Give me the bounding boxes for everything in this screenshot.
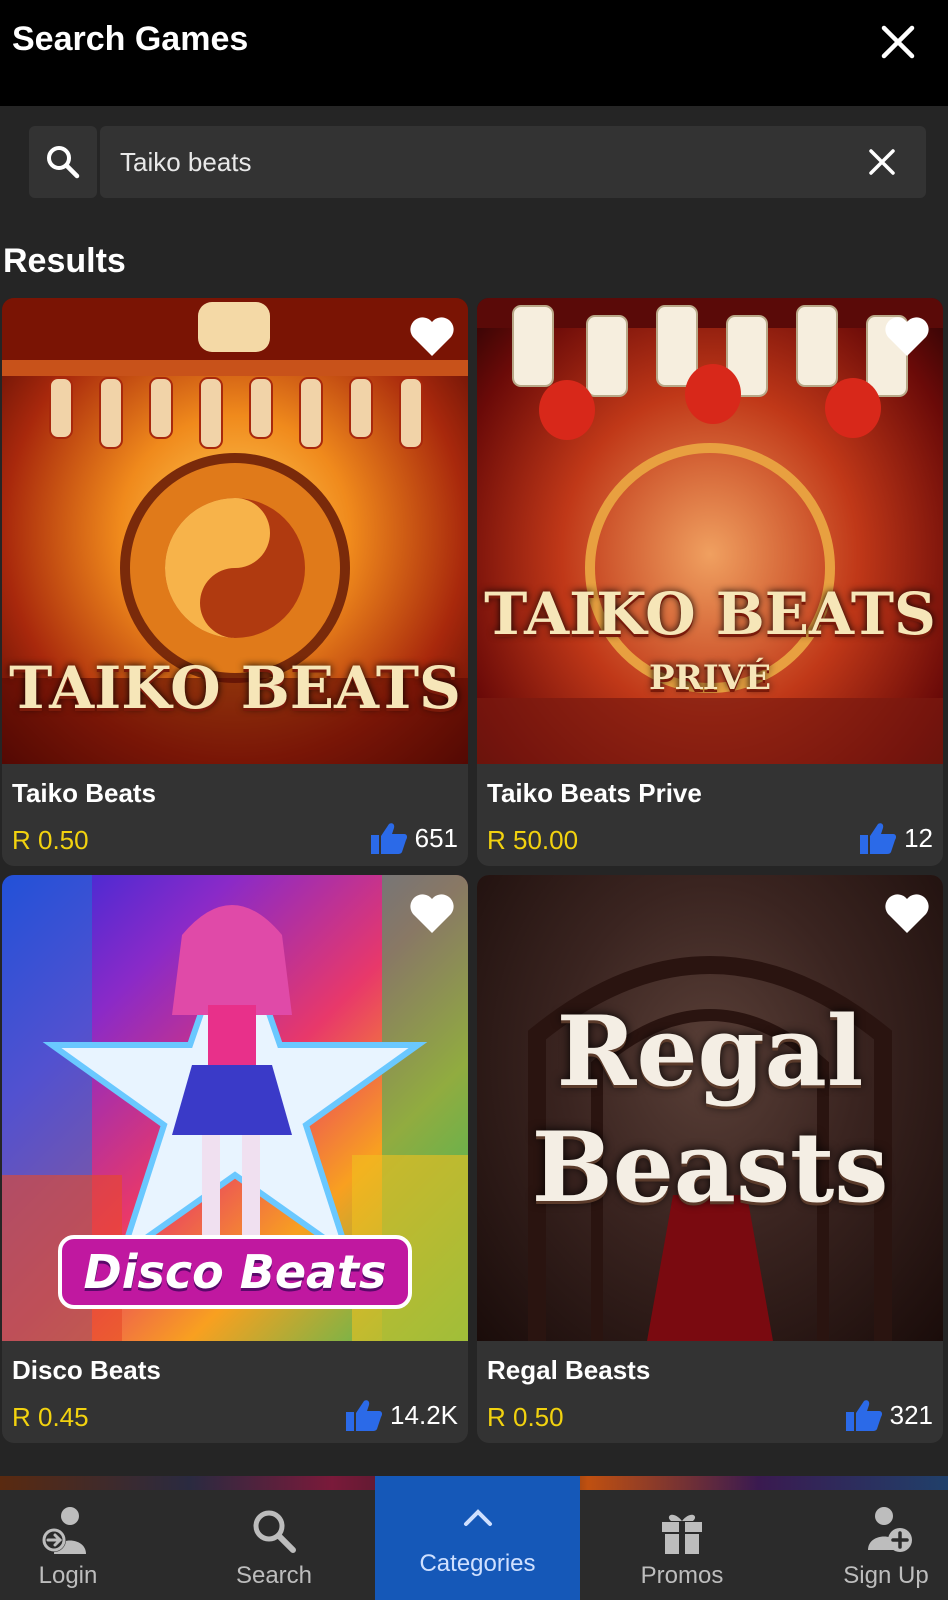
thumbs-up-icon[interactable] [860, 822, 897, 854]
game-price: R 50.00 [487, 825, 579, 855]
clear-search-button[interactable] [858, 138, 906, 186]
game-art-title: Regal [556, 995, 864, 1108]
nav-signup[interactable]: Sign Up [818, 1490, 948, 1600]
game-art-title: TAIKO BEATS [484, 580, 936, 648]
nav-label: Sign Up [843, 1562, 929, 1589]
nav-login[interactable]: Login [0, 1490, 136, 1600]
game-thumbnail[interactable]: Regal Beasts [477, 875, 943, 1341]
game-artwork [528, 956, 892, 1341]
favorite-heart-icon[interactable] [883, 891, 931, 935]
likes-value: 12 [904, 822, 933, 853]
game-art-title: TAIKO BEATS [9, 654, 461, 722]
game-art-subtitle: Beasts [531, 1111, 889, 1224]
game-card[interactable]: TAIKO BEATS Taiko Beats R 0.50 651 [2, 298, 468, 866]
game-price: R 0.50 [487, 1402, 564, 1432]
likes-count: 14.2K [346, 1399, 458, 1431]
game-card[interactable]: Regal Beasts Regal Beasts R 0.50 321 [477, 875, 943, 1443]
likes-count: 321 [845, 1399, 933, 1431]
game-thumbnail[interactable]: TAIKO BEATS PRIVÉ [477, 298, 943, 764]
game-name: Regal Beasts [487, 1355, 651, 1385]
game-thumbnail[interactable]: Disco Beats [2, 875, 468, 1341]
nav-label: Search [235, 1562, 313, 1589]
favorite-heart-icon[interactable] [408, 891, 456, 935]
game-name: Disco Beats [12, 1355, 161, 1385]
page-title: Search Games [12, 20, 249, 58]
nav-search[interactable]: Search [206, 1490, 342, 1600]
results-heading: Results [3, 242, 126, 280]
likes-value: 14.2K [390, 1399, 458, 1430]
search-bar [0, 106, 948, 216]
gift-icon [662, 1514, 702, 1554]
game-art-title: Disco Beats [83, 1245, 387, 1299]
nav-label: Login [38, 1562, 98, 1589]
clear-icon [869, 149, 895, 175]
favorite-heart-icon[interactable] [408, 314, 456, 358]
game-thumbnail[interactable]: TAIKO BEATS [2, 298, 468, 764]
search-field [100, 126, 926, 198]
close-button[interactable] [874, 18, 922, 66]
game-name: Taiko Beats [12, 778, 157, 808]
add-user-icon [868, 1507, 912, 1552]
close-icon [881, 25, 915, 59]
game-card[interactable]: Disco Beats Disco Beats R 0.45 14.2K [2, 875, 468, 1443]
game-card[interactable]: TAIKO BEATS PRIVÉ Taiko Beats Prive R 50… [477, 298, 943, 866]
likes-count: 12 [860, 822, 933, 854]
likes-value: 651 [414, 822, 458, 853]
thumbs-up-icon[interactable] [370, 822, 407, 854]
nav-label: Promos [640, 1562, 724, 1589]
search-input[interactable] [100, 126, 840, 198]
thumbs-up-icon[interactable] [346, 1399, 383, 1431]
search-icon [47, 146, 80, 179]
chevron-up-icon [463, 1509, 492, 1526]
search-icon [253, 1510, 296, 1553]
favorite-heart-icon[interactable] [883, 314, 931, 358]
bottom-nav: Login Search Categories Promos Sign Up [0, 1476, 948, 1600]
nav-categories[interactable]: Categories [375, 1476, 580, 1600]
likes-value: 321 [889, 1399, 933, 1430]
game-name: Taiko Beats Prive [487, 778, 702, 808]
likes-count: 651 [370, 822, 458, 854]
game-art-subtitle: PRIVÉ [648, 658, 772, 698]
nav-label: Categories [419, 1550, 536, 1577]
game-price: R 0.50 [12, 825, 89, 855]
game-price: R 0.45 [12, 1402, 89, 1432]
header-bar: Search Games [0, 0, 948, 106]
search-button[interactable] [29, 126, 97, 198]
thumbs-up-icon[interactable] [845, 1399, 882, 1431]
login-icon [42, 1507, 86, 1554]
nav-promos[interactable]: Promos [614, 1490, 750, 1600]
